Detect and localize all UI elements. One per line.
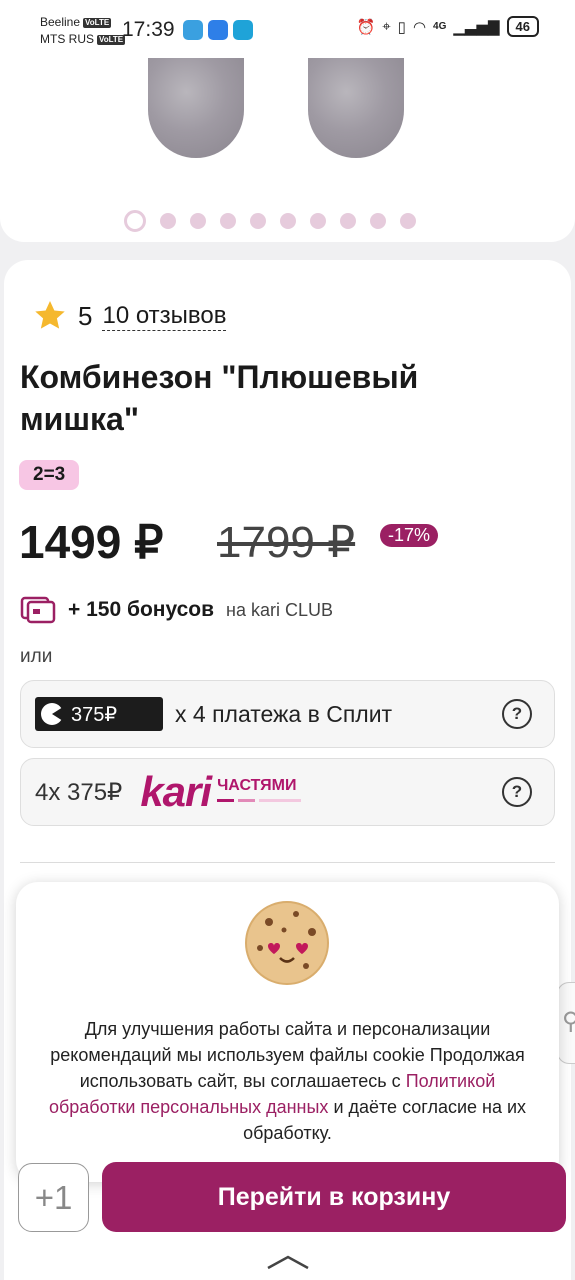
cookie-consent-popup: Для улучшения работы сайта и персонализа… bbox=[16, 882, 559, 1182]
gallery-dot[interactable] bbox=[340, 213, 356, 229]
bonus-info: + 150 бонусов на kari CLUB bbox=[20, 596, 333, 624]
kari-parts-label: ЧАСТЯМИ bbox=[217, 776, 302, 802]
gallery-pagination bbox=[124, 210, 416, 232]
split-badge: 375₽ bbox=[35, 697, 163, 731]
gallery-dot[interactable] bbox=[160, 213, 176, 229]
kari-parts-payment-option[interactable]: 4х 375₽ kari ЧАСТЯМИ ? bbox=[20, 758, 555, 826]
bonus-note: на kari CLUB bbox=[226, 599, 334, 620]
bonus-amount: + 150 бонусов bbox=[68, 598, 215, 621]
product-image bbox=[148, 58, 244, 158]
help-icon[interactable]: ? bbox=[502, 699, 532, 729]
promo-badge[interactable]: 2=3 bbox=[19, 460, 80, 490]
gallery-dot[interactable] bbox=[220, 213, 236, 229]
gallery-dot[interactable] bbox=[280, 213, 296, 229]
split-amount: 375₽ bbox=[71, 703, 118, 726]
product-image-gallery[interactable] bbox=[0, 58, 575, 242]
carrier-info: Beeline VoLTE MTS RUS VoLTE bbox=[40, 14, 126, 48]
kari-amount: 4х 375₽ bbox=[35, 778, 123, 806]
kari-parts-text: ЧАСТЯМИ bbox=[217, 776, 297, 794]
old-price: 1799 ₽ bbox=[217, 518, 356, 567]
discount-badge: -17% bbox=[380, 524, 439, 547]
rating-value: 5 bbox=[78, 300, 93, 331]
carrier-2: MTS RUS bbox=[40, 32, 94, 46]
gallery-dot[interactable] bbox=[124, 210, 146, 232]
app-notification-icon bbox=[233, 20, 253, 40]
carrier-1: Beeline bbox=[40, 15, 81, 29]
battery-indicator: 46 bbox=[506, 16, 539, 37]
gallery-dot[interactable] bbox=[400, 213, 416, 229]
split-text: х 4 платежа в Сплит bbox=[175, 700, 393, 727]
gallery-dot[interactable] bbox=[310, 213, 326, 229]
kari-logo: kari bbox=[140, 768, 212, 815]
cookie-text: Для улучшения работы сайта и персонализа… bbox=[36, 1016, 539, 1146]
network-type: 4G bbox=[433, 21, 447, 32]
ozon-icon bbox=[208, 20, 228, 40]
volte-badge: VoLTE bbox=[97, 35, 126, 45]
product-title: Комбинезон "Плюшевый мишка" bbox=[20, 359, 419, 437]
vibrate-icon: ▯ bbox=[397, 18, 406, 36]
gallery-dot[interactable] bbox=[190, 213, 206, 229]
notification-icons bbox=[183, 20, 253, 40]
wifi-icon: ◠ bbox=[412, 18, 427, 36]
help-icon[interactable]: ? bbox=[502, 777, 532, 807]
divider bbox=[20, 862, 555, 863]
cookie-icon bbox=[245, 901, 329, 985]
gallery-dot[interactable] bbox=[370, 213, 386, 229]
rating: 5 10 отзывов bbox=[32, 298, 227, 334]
or-label: или bbox=[20, 646, 53, 667]
clock: 17:39 bbox=[122, 18, 175, 41]
go-to-cart-button[interactable]: Перейти в корзину bbox=[102, 1162, 566, 1232]
star-icon bbox=[35, 301, 65, 329]
gallery-dot[interactable] bbox=[250, 213, 266, 229]
app-notification-icon bbox=[183, 20, 203, 40]
add-one-button[interactable]: +1 bbox=[18, 1163, 89, 1232]
chevron-up-icon[interactable] bbox=[266, 1254, 310, 1270]
split-payment-option[interactable]: 375₽ х 4 платежа в Сплит ? bbox=[20, 680, 555, 748]
product-image bbox=[308, 58, 404, 158]
location-icon: ⌖ bbox=[382, 18, 391, 35]
alarm-icon: ⏰ bbox=[356, 18, 376, 36]
signal-icon: ▁▃▅▇ bbox=[453, 18, 500, 36]
status-bar: Beeline VoLTE MTS RUS VoLTE 17:39 ⏰ ⌖ ▯ ◠ … bbox=[0, 0, 575, 58]
current-price: 1499 ₽ bbox=[19, 516, 164, 568]
system-icons: ⏰ ⌖ ▯ ◠ 4G ▁▃▅▇ 46 bbox=[357, 16, 539, 37]
reviews-link[interactable]: 10 отзывов bbox=[102, 302, 227, 331]
split-logo-icon bbox=[41, 703, 63, 725]
bonus-card-icon bbox=[20, 596, 56, 624]
volte-badge: VoLTE bbox=[83, 18, 112, 28]
search-field-peek[interactable]: ⚲ bbox=[557, 982, 575, 1064]
kari-parts-bar bbox=[217, 798, 302, 802]
